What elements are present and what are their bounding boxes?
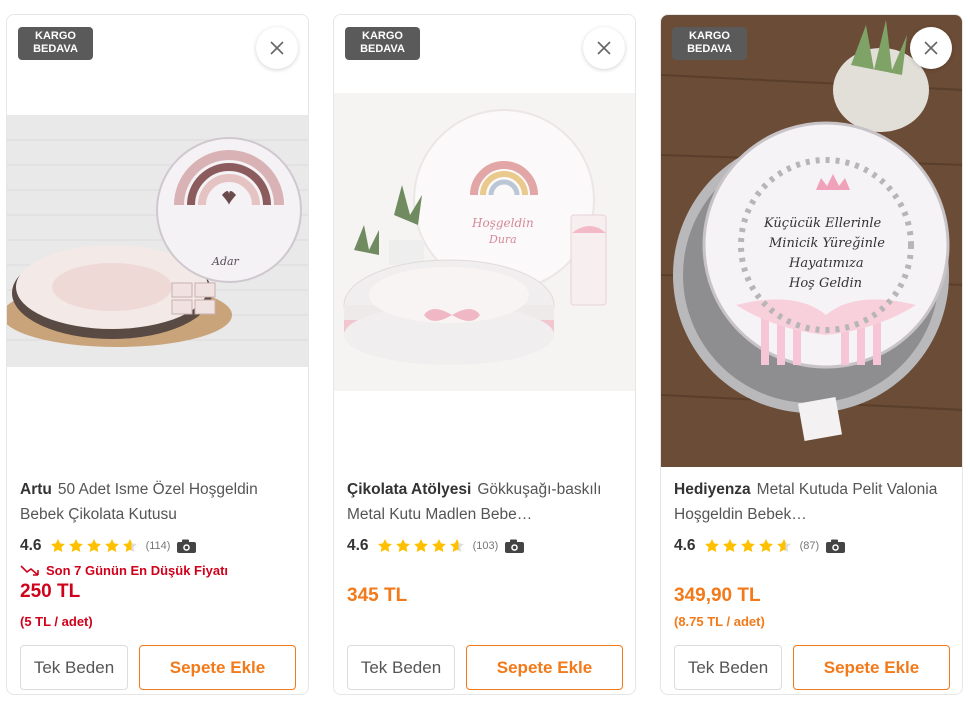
star-icon bbox=[377, 539, 392, 552]
product-image[interactable]: Hoşgeldin Dura bbox=[334, 15, 635, 467]
add-to-cart-button[interactable]: Sepete Ekle bbox=[139, 645, 296, 690]
rating-stars bbox=[704, 538, 794, 554]
product-image[interactable]: Küçücük Ellerinle Minicik Yüreğinle Haya… bbox=[661, 15, 962, 467]
free-shipping-badge: KARGO BEDAVA bbox=[345, 27, 420, 60]
badge-line: BEDAVA bbox=[687, 43, 732, 55]
star-icon bbox=[722, 539, 737, 552]
image-line: Hoş Geldin bbox=[788, 276, 862, 291]
badge-line: KARGO bbox=[362, 30, 403, 42]
review-count[interactable]: (114) bbox=[146, 540, 171, 552]
star-icon bbox=[704, 539, 719, 552]
review-count[interactable]: (87) bbox=[800, 540, 820, 552]
unit-price: (8.75 TL / adet) bbox=[674, 614, 765, 629]
trend-down-icon bbox=[20, 565, 39, 576]
star-icon bbox=[395, 539, 410, 552]
product-card[interactable]: Küçücük Ellerinle Minicik Yüreğinle Haya… bbox=[660, 14, 963, 695]
product-price: 250 TL bbox=[20, 581, 81, 602]
review-count[interactable]: (103) bbox=[473, 540, 499, 552]
product-price: 349,90 TL bbox=[674, 585, 761, 606]
product-brand[interactable]: Hediyenza bbox=[674, 481, 751, 498]
rating-stars bbox=[377, 538, 467, 554]
unit-price: (5 TL / adet) bbox=[20, 614, 93, 629]
rating-row: 4.6 (114) bbox=[20, 535, 197, 557]
image-line: Hayatımıza bbox=[788, 256, 864, 271]
rating-score: 4.6 bbox=[20, 537, 42, 554]
star-half-icon bbox=[449, 539, 464, 552]
size-select-button[interactable]: Tek Beden bbox=[20, 645, 128, 690]
add-to-cart-button[interactable]: Sepete Ekle bbox=[793, 645, 950, 690]
rating-score: 4.6 bbox=[674, 537, 696, 554]
close-icon[interactable] bbox=[256, 27, 298, 69]
badge-line: KARGO bbox=[689, 30, 730, 42]
badge-line: BEDAVA bbox=[33, 43, 78, 55]
close-icon[interactable] bbox=[583, 27, 625, 69]
camera-icon[interactable] bbox=[176, 538, 197, 554]
size-select-button[interactable]: Tek Beden bbox=[674, 645, 782, 690]
camera-icon[interactable] bbox=[825, 538, 846, 554]
product-image[interactable]: Adar bbox=[7, 15, 308, 467]
star-icon bbox=[50, 539, 65, 552]
star-half-icon bbox=[122, 539, 137, 552]
free-shipping-badge: KARGO BEDAVA bbox=[672, 27, 747, 60]
product-name[interactable]: 50 Adet Isme Özel Hoşgeldin Bebek Çikola… bbox=[20, 481, 258, 523]
lowest-price-note: Son 7 Günün En Düşük Fiyatı bbox=[20, 561, 228, 579]
product-title[interactable]: Hediyenza Metal Kutuda Pelit Valonia Hoşg… bbox=[674, 477, 949, 529]
star-half-icon bbox=[776, 539, 791, 552]
image-name-text: Dura bbox=[488, 233, 517, 246]
badge-line: BEDAVA bbox=[360, 43, 405, 55]
product-title[interactable]: Artu 50 Adet Isme Özel Hoşgeldin Bebek Çi… bbox=[20, 477, 295, 529]
camera-icon[interactable] bbox=[504, 538, 525, 554]
lowest-price-text: Son 7 Günün En Düşük Fiyatı bbox=[46, 562, 229, 578]
image-welcome-text: Hoşgeldin bbox=[471, 216, 534, 230]
star-icon bbox=[740, 539, 755, 552]
badge-line: KARGO bbox=[35, 30, 76, 42]
add-to-cart-button[interactable]: Sepete Ekle bbox=[466, 645, 623, 690]
product-price: 345 TL bbox=[347, 585, 408, 606]
star-icon bbox=[68, 539, 83, 552]
product-title[interactable]: Çikolata Atölyesi Gökkuşağı-baskılı Metal… bbox=[347, 477, 622, 529]
close-icon[interactable] bbox=[910, 27, 952, 69]
product-card[interactable]: Adar KARGO BEDAVA Artu 50 Adet Isme Özel … bbox=[6, 14, 309, 695]
rating-score: 4.6 bbox=[347, 537, 369, 554]
rating-row: 4.6 (87) bbox=[674, 535, 846, 557]
product-card[interactable]: Hoşgeldin Dura KARGO BEDAVA Çikolata Atö… bbox=[333, 14, 636, 695]
star-icon bbox=[413, 539, 428, 552]
image-name-text: Adar bbox=[211, 255, 240, 268]
image-line: Küçücük Ellerinle bbox=[763, 216, 882, 231]
star-icon bbox=[431, 539, 446, 552]
size-select-button[interactable]: Tek Beden bbox=[347, 645, 455, 690]
rating-stars bbox=[50, 538, 140, 554]
product-brand[interactable]: Çikolata Atölyesi bbox=[347, 481, 471, 498]
rating-row: 4.6 (103) bbox=[347, 535, 525, 557]
star-icon bbox=[86, 539, 101, 552]
image-line: Minicik Yüreğinle bbox=[768, 236, 885, 251]
star-icon bbox=[104, 539, 119, 552]
product-brand[interactable]: Artu bbox=[20, 481, 52, 498]
free-shipping-badge: KARGO BEDAVA bbox=[18, 27, 93, 60]
star-icon bbox=[758, 539, 773, 552]
